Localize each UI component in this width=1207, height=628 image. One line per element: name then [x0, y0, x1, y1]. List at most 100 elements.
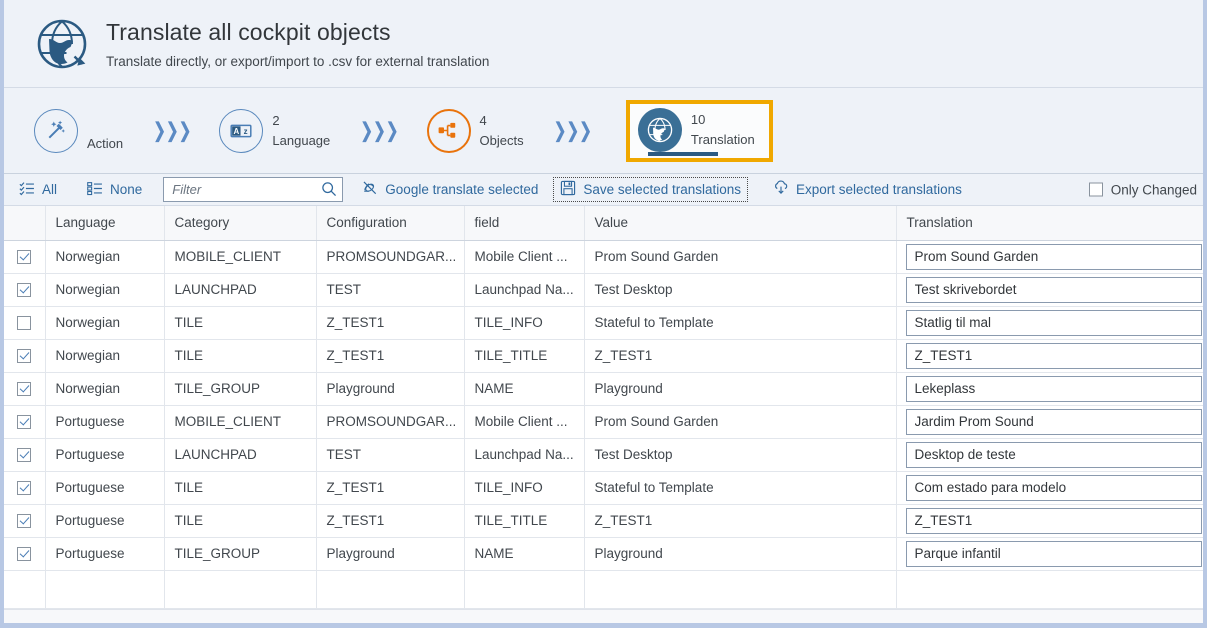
table-row[interactable]: PortugueseMOBILE_CLIENTPROMSOUNDGAR...Mo…: [4, 405, 1207, 438]
cell-language: Norwegian: [45, 240, 164, 273]
cell-value: Z_TEST1: [584, 339, 896, 372]
translation-input[interactable]: [906, 343, 1203, 369]
table-row[interactable]: PortugueseTILEZ_TEST1TILE_TITLEZ_TEST1: [4, 504, 1207, 537]
table-row[interactable]: NorwegianLAUNCHPADTESTLaunchpad Na...Tes…: [4, 273, 1207, 306]
wizard-step-translation-label: Translation: [691, 132, 755, 148]
translation-input[interactable]: [906, 244, 1203, 270]
row-checkbox[interactable]: [17, 514, 31, 528]
row-checkbox[interactable]: [17, 481, 31, 495]
table-row[interactable]: NorwegianTILE_GROUPPlaygroundNAMEPlaygro…: [4, 372, 1207, 405]
row-checkbox[interactable]: [17, 250, 31, 264]
column-header-translation[interactable]: Translation: [896, 206, 1207, 240]
select-none-button[interactable]: None: [80, 178, 149, 202]
column-header-value[interactable]: Value: [584, 206, 896, 240]
row-select-cell[interactable]: [4, 372, 45, 405]
cell-configuration: TEST: [316, 273, 464, 306]
cell-translation[interactable]: [896, 273, 1207, 306]
row-select-cell[interactable]: [4, 438, 45, 471]
row-checkbox[interactable]: [17, 382, 31, 396]
row-select-cell[interactable]: [4, 504, 45, 537]
cell-translation[interactable]: [896, 504, 1207, 537]
table-row[interactable]: NorwegianTILEZ_TEST1TILE_INFOStateful to…: [4, 306, 1207, 339]
translation-input[interactable]: [906, 442, 1203, 468]
only-changed-box[interactable]: [1089, 183, 1103, 197]
translation-input[interactable]: [906, 277, 1203, 303]
active-step-underline: [648, 152, 718, 156]
row-select-cell[interactable]: [4, 273, 45, 306]
cell-field: TILE_TITLE: [464, 504, 584, 537]
cell-language: Portuguese: [45, 438, 164, 471]
row-checkbox[interactable]: [17, 316, 31, 330]
download-cloud-icon: [773, 180, 789, 199]
translation-input[interactable]: [906, 310, 1203, 336]
select-all-label: All: [42, 182, 57, 197]
cell-field: NAME: [464, 537, 584, 570]
table-row[interactable]: NorwegianTILEZ_TEST1TILE_TITLEZ_TEST1: [4, 339, 1207, 372]
cell-category: TILE: [164, 306, 316, 339]
cell-translation[interactable]: [896, 537, 1207, 570]
column-header-language[interactable]: Language: [45, 206, 164, 240]
cell-configuration: Z_TEST1: [316, 306, 464, 339]
export-selected-translations-label: Export selected translations: [796, 182, 962, 197]
row-checkbox[interactable]: [17, 349, 31, 363]
wizard-step-translation[interactable]: 10 Translation: [626, 100, 773, 162]
translation-input[interactable]: [906, 376, 1203, 402]
language-ab-icon: A z: [219, 109, 263, 153]
cell-field: Mobile Client ...: [464, 240, 584, 273]
translation-input[interactable]: [906, 409, 1203, 435]
wizard-step-language[interactable]: A z 2 Language: [211, 102, 342, 160]
cell-value: Playground: [584, 537, 896, 570]
table-row[interactable]: PortugueseLAUNCHPADTESTLaunchpad Na...Te…: [4, 438, 1207, 471]
page-title: Translate all cockpit objects: [106, 17, 489, 47]
empty-cell: [45, 570, 164, 608]
cell-configuration: Z_TEST1: [316, 504, 464, 537]
cell-translation[interactable]: [896, 306, 1207, 339]
row-select-cell[interactable]: [4, 240, 45, 273]
cell-category: TILE: [164, 504, 316, 537]
table-row[interactable]: PortugueseTILEZ_TEST1TILE_INFOStateful t…: [4, 471, 1207, 504]
cell-field: TILE_INFO: [464, 471, 584, 504]
translation-input[interactable]: [906, 475, 1203, 501]
cell-translation[interactable]: [896, 405, 1207, 438]
row-checkbox[interactable]: [17, 547, 31, 561]
table-body: NorwegianMOBILE_CLIENTPROMSOUNDGAR...Mob…: [4, 240, 1207, 608]
cell-translation[interactable]: [896, 438, 1207, 471]
cell-language: Portuguese: [45, 405, 164, 438]
row-select-cell[interactable]: [4, 306, 45, 339]
translation-input[interactable]: [906, 508, 1203, 534]
only-changed-checkbox[interactable]: Only Changed: [1089, 182, 1197, 197]
export-selected-translations-button[interactable]: Export selected translations: [766, 177, 969, 202]
cell-configuration: Z_TEST1: [316, 339, 464, 372]
cell-language: Norwegian: [45, 273, 164, 306]
google-translate-selected-button[interactable]: Google translate selected: [355, 177, 545, 202]
column-header-category[interactable]: Category: [164, 206, 316, 240]
row-select-cell[interactable]: [4, 339, 45, 372]
objects-hierarchy-icon: [427, 109, 471, 153]
select-all-button[interactable]: All: [12, 178, 64, 202]
row-select-cell[interactable]: [4, 537, 45, 570]
cell-translation[interactable]: [896, 240, 1207, 273]
cell-language: Norwegian: [45, 372, 164, 405]
wizard-step-action[interactable]: Action: [26, 102, 135, 160]
cell-translation[interactable]: [896, 372, 1207, 405]
filter-input[interactable]: [163, 177, 343, 202]
table-row[interactable]: NorwegianMOBILE_CLIENTPROMSOUNDGAR...Mob…: [4, 240, 1207, 273]
save-selected-translations-button[interactable]: Save selected translations: [553, 177, 748, 202]
page-header: Translate all cockpit objects Translate …: [4, 0, 1203, 88]
save-selected-translations-label: Save selected translations: [583, 182, 741, 197]
cell-field: TILE_TITLE: [464, 339, 584, 372]
row-select-cell[interactable]: [4, 471, 45, 504]
translation-input[interactable]: [906, 541, 1203, 567]
row-select-cell[interactable]: [4, 405, 45, 438]
column-header-field[interactable]: field: [464, 206, 584, 240]
empty-cell: [584, 570, 896, 608]
wizard-step-objects[interactable]: 4 Objects: [419, 102, 536, 160]
column-header-configuration[interactable]: Configuration: [316, 206, 464, 240]
cell-translation[interactable]: [896, 471, 1207, 504]
row-checkbox[interactable]: [17, 283, 31, 297]
row-checkbox[interactable]: [17, 415, 31, 429]
table-row[interactable]: PortugueseTILE_GROUPPlaygroundNAMEPlaygr…: [4, 537, 1207, 570]
cell-translation[interactable]: [896, 339, 1207, 372]
cell-category: MOBILE_CLIENT: [164, 405, 316, 438]
row-checkbox[interactable]: [17, 448, 31, 462]
